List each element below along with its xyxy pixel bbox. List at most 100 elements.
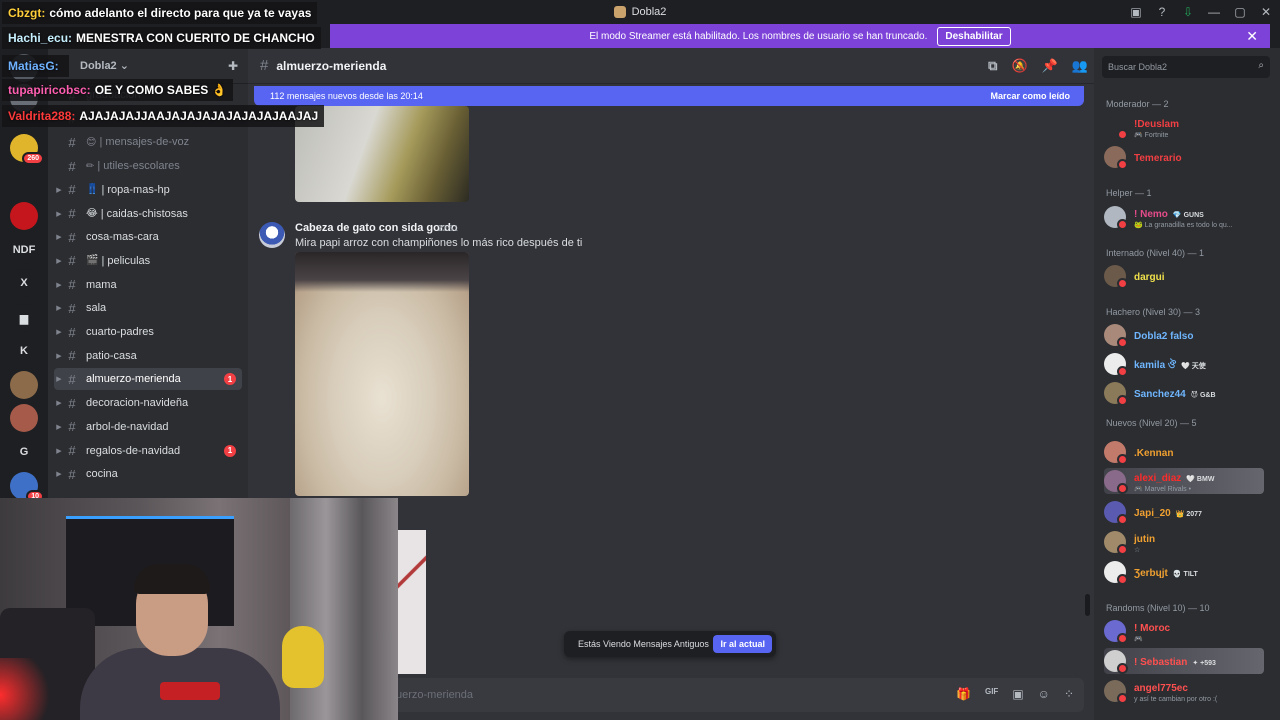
member-item[interactable]: Temerario xyxy=(1104,144,1264,170)
channel-name: sala xyxy=(86,302,107,315)
channel-item[interactable]: ▶ # 🎬 | peliculas xyxy=(54,250,242,272)
member-name-row: Ʒerbɥjt 💀 TILT xyxy=(1134,563,1198,581)
stream-chat-line: Cbzgt: cómo adelanto el directo para que … xyxy=(2,2,318,24)
pin-icon[interactable]: 📌 xyxy=(1042,58,1058,74)
sticker-icon[interactable]: ▣ xyxy=(1012,687,1023,701)
channel-item[interactable]: ▶ # mama xyxy=(54,274,242,296)
message-author[interactable]: Cabeza de gato con sida gordo xyxy=(295,222,458,234)
member-item[interactable]: ! Sebastian ✦ +593 xyxy=(1104,648,1264,674)
stream-chat-line: tupapiricobsc: OE Y COMO SABES 👌 xyxy=(2,79,233,101)
channel-name: | mensajes-de-voz xyxy=(99,136,190,149)
maximize-button[interactable]: ▢ xyxy=(1234,5,1246,19)
members-icon[interactable]: 👥 xyxy=(1072,58,1088,74)
server-name: Dobla2 ⌄ xyxy=(80,60,129,72)
disable-streamer-button[interactable]: Deshabilitar xyxy=(937,26,1011,46)
download-icon[interactable]: ⇩ xyxy=(1182,5,1194,19)
member-item[interactable]: ! Moroc 🎮 xyxy=(1104,618,1264,644)
jump-to-present-button[interactable]: Ir al actual xyxy=(713,635,772,653)
member-item[interactable]: dargui xyxy=(1104,263,1264,289)
window-controls: ▣ ? ⇩ — ▢ ✕ xyxy=(1130,0,1272,24)
minimize-button[interactable]: — xyxy=(1208,5,1220,19)
channel-item[interactable]: ▶ # regalos-de-navidad 1 xyxy=(54,440,242,462)
member-tag: 😈 G&B xyxy=(1190,391,1216,399)
channel-item[interactable]: ▶ # cocina xyxy=(54,463,242,485)
gift-icon[interactable]: 🎁 xyxy=(956,687,971,701)
channel-item[interactable]: ▶ # cosa-mas-cara xyxy=(54,226,242,248)
member-item[interactable]: Sanchez44 😈 G&B xyxy=(1104,380,1264,406)
gif-icon[interactable]: GIF xyxy=(985,687,998,701)
mute-icon[interactable]: 🔕 xyxy=(1011,58,1027,74)
member-tag: 🤍 天使 xyxy=(1181,362,1206,370)
member-group-title: Nuevos (Nivel 20) — 5 xyxy=(1106,418,1197,428)
new-messages-bar[interactable]: 112 mensajes nuevos desde las 20:14 Marc… xyxy=(254,86,1084,106)
member-item[interactable]: Dobla2 falso xyxy=(1104,322,1264,348)
cam-microphone xyxy=(160,682,220,700)
scrollbar[interactable] xyxy=(1085,594,1090,616)
member-name: ! Nemo xyxy=(1134,208,1168,220)
hash-icon: # xyxy=(68,443,76,458)
member-status: y así te cambian por otro :( xyxy=(1134,696,1218,704)
search-icon: ⌕ xyxy=(1258,60,1264,71)
close-window-button[interactable]: ✕ xyxy=(1260,5,1272,19)
app-icon xyxy=(613,6,626,18)
server-icon[interactable]: 260 xyxy=(10,134,44,165)
pan-edge xyxy=(295,252,469,292)
member-item[interactable]: angel775ec y así te cambian por otro :( xyxy=(1104,678,1264,704)
server-icon[interactable]: K xyxy=(10,337,38,365)
member-item[interactable]: alexi_diaz 🤍 BMW 🎮 Marvel Rivals • xyxy=(1104,468,1264,494)
threads-icon[interactable]: ⧉ xyxy=(988,58,997,74)
header-tools: ⧉ 🔕 📌 👥 xyxy=(988,58,1088,74)
chevron-right-icon: ▶ xyxy=(56,305,62,313)
avatar xyxy=(1104,116,1128,140)
server-icon[interactable]: ▆ xyxy=(10,304,38,332)
channel-item[interactable]: # ✏ | utiles-escolares xyxy=(54,155,242,177)
emoji-icon[interactable]: ☺ xyxy=(1038,687,1050,701)
member-text: jutin ☆ xyxy=(1134,529,1155,555)
channel-item[interactable]: # 😊 | mensajes-de-voz xyxy=(54,131,242,153)
new-messages-text: 112 mensajes nuevos desde las 20:14 xyxy=(270,91,423,101)
member-item[interactable]: ! Nemo 💎 GUNS 🐸 La granadilla es todo lo q… xyxy=(1104,204,1264,230)
channel-item[interactable]: ▶ # 😂 | caidas-chistosas xyxy=(54,203,242,225)
message-input[interactable]: uerzo-merienda 🎁 GIF ▣ ☺ ⁘ xyxy=(386,678,1084,712)
search-input[interactable]: Buscar Dobla2 ⌕ xyxy=(1102,56,1270,78)
channel-item[interactable]: ▶ # patio-casa xyxy=(54,345,242,367)
server-icon[interactable]: NDF xyxy=(10,236,38,264)
member-name-row: Temerario xyxy=(1134,148,1182,166)
channel-item[interactable]: ▶ # almuerzo-merienda 1 xyxy=(54,368,242,391)
server-icon[interactable] xyxy=(10,404,38,432)
member-item[interactable]: Ʒerbɥjt 💀 TILT xyxy=(1104,559,1264,585)
channel-name: | caidas-chistosas xyxy=(100,207,188,220)
member-item[interactable]: .Kennan xyxy=(1104,439,1264,465)
channel-item[interactable]: ▶ # decoracion-navideña xyxy=(54,392,242,414)
member-item[interactable]: jutin ☆ xyxy=(1104,529,1264,555)
server-icon[interactable]: G xyxy=(10,438,38,466)
add-member-icon[interactable]: ✚ xyxy=(228,59,238,73)
channel-item[interactable]: ▶ # 👖 | ropa-mas-hp xyxy=(54,179,242,201)
inbox-icon[interactable]: ▣ xyxy=(1130,5,1142,19)
member-text: kamila ঔ 🤍 天使 xyxy=(1134,355,1206,373)
member-item[interactable]: Japi_20 👑 2077 xyxy=(1104,499,1264,525)
attachment-image-rice[interactable] xyxy=(295,252,469,496)
hash-icon: # xyxy=(260,57,269,74)
channel-item[interactable]: ▶ # sala xyxy=(54,297,242,319)
hash-icon: # xyxy=(68,324,76,340)
help-icon[interactable]: ? xyxy=(1156,5,1168,19)
member-item[interactable]: !Deuslam 🎮 Fortnite xyxy=(1104,114,1264,140)
server-icon[interactable]: X xyxy=(10,269,38,297)
close-icon[interactable]: ✕ xyxy=(1246,28,1258,45)
channel-item[interactable]: ▶ # arbol-de-navidad xyxy=(54,416,242,438)
server-icon[interactable] xyxy=(10,371,38,399)
apps-icon[interactable]: ⁘ xyxy=(1064,687,1074,701)
avatar[interactable] xyxy=(259,222,285,248)
channel-item[interactable]: ▶ # cuarto-padres xyxy=(54,321,242,343)
mark-read-button[interactable]: Marcar como leído xyxy=(990,91,1070,101)
server-icon[interactable] xyxy=(10,202,38,230)
member-text: Ʒerbɥjt 💀 TILT xyxy=(1134,563,1198,581)
channel-emoji: 😊 xyxy=(86,136,97,148)
server-icon[interactable]: 10 xyxy=(10,472,44,503)
member-tag: 👑 2077 xyxy=(1175,510,1202,518)
attachment-image-partial[interactable] xyxy=(398,530,426,674)
member-group-title: Hachero (Nivel 30) — 3 xyxy=(1106,307,1201,317)
member-text: !Deuslam 🎮 Fortnite xyxy=(1134,114,1179,140)
member-item[interactable]: kamila ঔ 🤍 天使 xyxy=(1104,351,1264,377)
